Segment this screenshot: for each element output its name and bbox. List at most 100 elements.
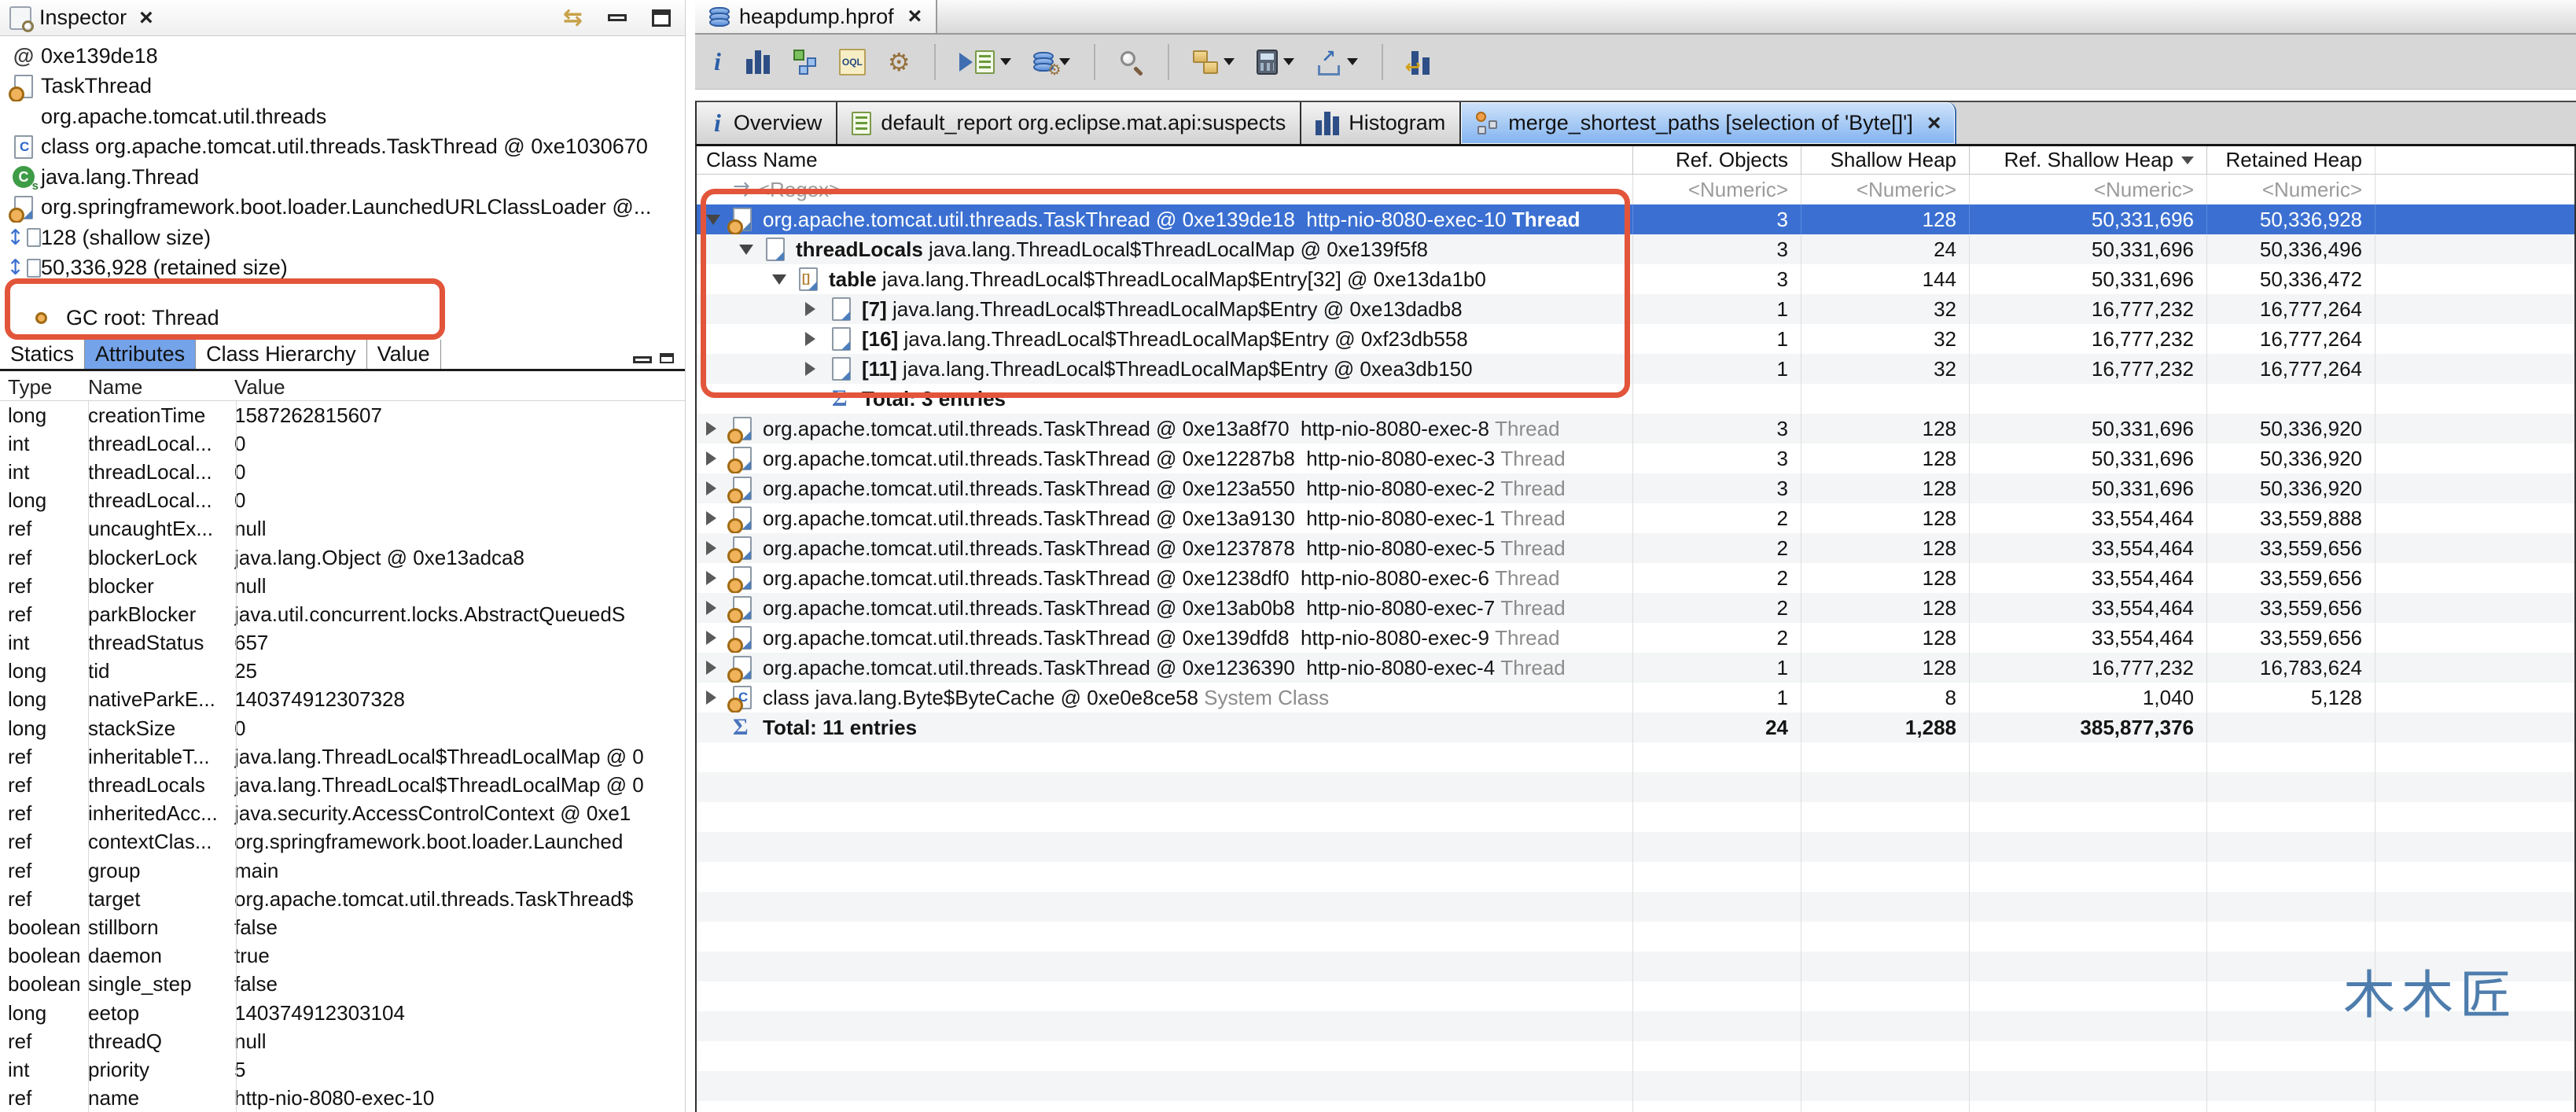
tree-row[interactable]: org.apache.tomcat.util.threads.TaskThrea… [697, 204, 2574, 234]
histogram-button[interactable] [742, 47, 775, 77]
tree-row[interactable]: org.apache.tomcat.util.threads.TaskThrea… [697, 473, 2574, 503]
tree-row[interactable]: Cclass java.lang.Byte$ByteCache @ 0xe0e8… [697, 683, 2574, 712]
query-browser-button[interactable] [955, 47, 1016, 77]
attribute-row[interactable]: ref name http-nio-8080-exec-10 [0, 1084, 685, 1112]
tab-merge-shortest-paths[interactable]: merge_shortest_paths [selection of 'Byte… [1461, 102, 1957, 144]
attribute-row[interactable]: ref threadQ null [0, 1027, 685, 1055]
column-header-name[interactable]: Name [88, 375, 234, 400]
column-header-retained-heap[interactable]: Retained Heap [2206, 146, 2375, 174]
tree-row[interactable]: threadLocals java.lang.ThreadLocal$Threa… [697, 234, 2574, 264]
tree-row[interactable]: [7] java.lang.ThreadLocal$ThreadLocalMap… [697, 294, 2574, 324]
tab-statics[interactable]: Statics [0, 340, 86, 369]
attribute-row[interactable]: ref target org.apache.tomcat.util.threads.… [0, 885, 685, 913]
export-button[interactable]: ↗ [1312, 46, 1363, 79]
tab-value[interactable]: Value [367, 340, 441, 369]
expand-arrow[interactable] [706, 422, 716, 436]
expand-arrow[interactable] [805, 332, 815, 346]
tab-heapdump-hprof[interactable]: heapdump.hprof × [695, 0, 938, 33]
dropdown-arrow-icon[interactable] [1346, 58, 1358, 65]
attribute-row[interactable]: int priority 5 [0, 1055, 685, 1084]
dropdown-arrow-icon[interactable] [999, 58, 1011, 65]
tree-row[interactable]: org.apache.tomcat.util.threads.TaskThrea… [697, 593, 2574, 623]
attribute-row[interactable]: ref inheritedAcc... java.security.AccessCo… [0, 800, 685, 828]
tree-row[interactable]: org.apache.tomcat.util.threads.TaskThrea… [697, 533, 2574, 563]
numeric-filter-input[interactable]: <Numeric> [2206, 175, 2375, 204]
tree-row[interactable]: org.apache.tomcat.util.threads.TaskThrea… [697, 414, 2574, 444]
tree-row[interactable]: org.apache.tomcat.util.threads.TaskThrea… [697, 503, 2574, 533]
tab-histogram[interactable]: Histogram [1301, 102, 1462, 144]
attribute-row[interactable]: boolean stillborn false [0, 913, 685, 941]
close-result-tab-button[interactable]: × [1927, 111, 1941, 135]
expert-system-button[interactable]: ⚙ [883, 46, 915, 78]
tree-row[interactable]: org.apache.tomcat.util.threads.TaskThrea… [697, 563, 2574, 593]
minimize-button[interactable] [603, 11, 631, 24]
tree-row[interactable]: Σ Total: 11 entries 24 1,288 385,877,376 [697, 712, 2574, 742]
tree-row[interactable]: Σ Total: 3 entries [697, 384, 2574, 414]
tree-row[interactable]: [11] java.lang.ThreadLocal$ThreadLocalMa… [697, 354, 2574, 384]
expand-arrow[interactable] [805, 302, 815, 316]
collapse-arrow[interactable] [706, 214, 720, 225]
attribute-row[interactable]: ref parkBlocker java.util.concurrent.locks… [0, 600, 685, 628]
group-button[interactable] [1188, 47, 1239, 77]
info-button[interactable]: i [706, 44, 729, 79]
attribute-row[interactable]: int threadLocal... 0 [0, 429, 685, 458]
close-inspector-button[interactable]: × [139, 6, 153, 30]
column-header-value[interactable]: Value [234, 375, 685, 400]
numeric-filter-input[interactable]: <Numeric> [1969, 175, 2206, 204]
maximize-button[interactable] [647, 6, 675, 30]
numeric-filter-input[interactable]: <Numeric> [1801, 175, 1969, 204]
expand-arrow[interactable] [706, 571, 716, 585]
column-header-ref-objects[interactable]: Ref. Objects [1632, 146, 1801, 174]
attribute-row[interactable]: long eetop 140374912303104 [0, 999, 685, 1027]
tree-row[interactable]: org.apache.tomcat.util.threads.TaskThrea… [697, 623, 2574, 653]
close-editor-tab-button[interactable]: × [908, 5, 922, 28]
calculator-button[interactable] [1252, 46, 1299, 78]
tree-row[interactable]: [16] java.lang.ThreadLocal$ThreadLocalMa… [697, 324, 2574, 354]
collapse-arrow[interactable] [739, 244, 753, 255]
class-filter-input[interactable]: ⇉ <Regex> [697, 175, 1632, 204]
search-button[interactable] [1114, 46, 1149, 78]
tab-default-report[interactable]: default_report org.eclipse.mat.api:suspe… [837, 102, 1302, 144]
attribute-row[interactable]: ref group main [0, 856, 685, 885]
expand-arrow[interactable] [805, 362, 815, 376]
expand-arrow[interactable] [706, 690, 716, 705]
column-header-ref-shallow-heap[interactable]: Ref. Shallow Heap [1969, 146, 2206, 174]
collapse-arrow[interactable] [772, 274, 786, 285]
column-header-class-name[interactable]: Class Name [697, 146, 1632, 174]
dropdown-arrow-icon[interactable] [1223, 58, 1235, 65]
compare-button[interactable]: ↩ [1402, 46, 1434, 78]
sync-button[interactable]: ⇆ [558, 1, 587, 35]
attribute-row[interactable]: int threadLocal... 0 [0, 458, 685, 486]
attribute-row[interactable]: ref threadLocals java.lang.ThreadLocal$Thr… [0, 771, 685, 799]
column-header-shallow-heap[interactable]: Shallow Heap [1801, 146, 1969, 174]
column-header-type[interactable]: Type [0, 375, 88, 400]
tab-attributes[interactable]: Attributes [85, 340, 197, 369]
restore-view-button[interactable] [660, 344, 674, 369]
attribute-row[interactable]: ref blockerLock java.lang.Object @ 0xe13ad… [0, 543, 685, 572]
attribute-row[interactable]: boolean daemon true [0, 942, 685, 970]
attribute-row[interactable]: boolean single_step false [0, 970, 685, 999]
tree-row[interactable]: org.apache.tomcat.util.threads.TaskThrea… [697, 444, 2574, 473]
dropdown-arrow-icon[interactable] [1282, 58, 1294, 65]
attribute-row[interactable]: long stackSize 0 [0, 714, 685, 742]
numeric-filter-input[interactable]: <Numeric> [1632, 175, 1801, 204]
attribute-row[interactable]: long threadLocal... 0 [0, 487, 685, 515]
expand-arrow[interactable] [706, 451, 716, 466]
attribute-row[interactable]: ref uncaughtEx... null [0, 515, 685, 543]
attribute-row[interactable]: long creationTime 1587262815607 [0, 401, 685, 429]
tree-row[interactable]: org.apache.tomcat.util.threads.TaskThrea… [697, 653, 2574, 683]
tab-overview[interactable]: i Overview [697, 102, 838, 144]
expand-arrow[interactable] [706, 541, 716, 555]
attribute-row[interactable]: ref inheritableT... java.lang.ThreadLocal$… [0, 742, 685, 771]
expand-arrow[interactable] [706, 511, 716, 525]
tab-class-hierarchy[interactable]: Class Hierarchy [196, 340, 367, 369]
attribute-row[interactable]: ref contextClas... org.springframework.boo… [0, 828, 685, 856]
attribute-row[interactable]: int threadStatus 657 [0, 629, 685, 657]
attribute-row[interactable]: long tid 25 [0, 657, 685, 686]
attribute-row[interactable]: ref blocker null [0, 572, 685, 600]
expand-arrow[interactable] [706, 661, 716, 675]
minimize-view-button[interactable] [633, 344, 652, 369]
expand-arrow[interactable] [706, 631, 716, 645]
attribute-row[interactable]: long nativeParkE... 140374912307328 [0, 686, 685, 714]
heapdump-details-button[interactable]: ⚙ [1029, 49, 1075, 78]
